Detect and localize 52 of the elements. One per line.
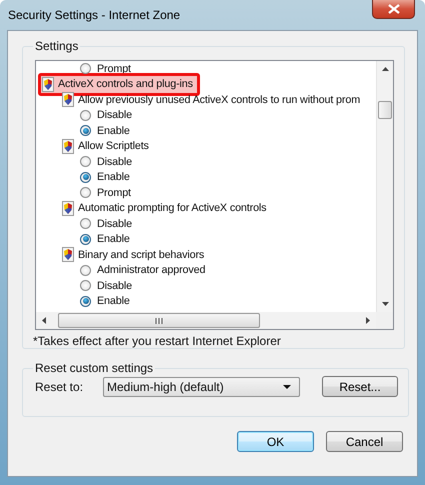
radio-button[interactable]: [80, 234, 91, 245]
close-button[interactable]: [372, 0, 415, 19]
level-dropdown[interactable]: Medium-high (default): [103, 376, 300, 396]
right-arrow-icon: [366, 317, 370, 324]
shield-icon: [62, 200, 74, 216]
setting-category: ActiveX controls and plug-ins: [58, 78, 193, 90]
dropdown-arrow-icon: [283, 384, 291, 388]
close-icon: [388, 4, 400, 14]
grip-icon: [155, 318, 163, 324]
radio-button[interactable]: [80, 172, 91, 183]
radio-button[interactable]: [80, 187, 91, 198]
shield-icon: [42, 76, 54, 92]
option-label: Disable: [97, 280, 132, 292]
radio-button[interactable]: [80, 280, 91, 292]
option-label: Disable: [97, 156, 132, 168]
reset-to-label: Reset to:: [35, 380, 84, 394]
left-arrow-icon: [42, 317, 46, 324]
setting-category: Allow Scriptlets: [78, 140, 149, 152]
restart-note: *Takes effect after you restart Internet Explorer: [33, 334, 282, 348]
shield-icon: [62, 138, 74, 154]
reset-button[interactable]: Reset...: [322, 376, 398, 397]
radio-button[interactable]: [80, 296, 91, 307]
option-label: Prompt: [97, 62, 131, 75]
group-label: Reset custom settings: [34, 361, 154, 375]
window-title: Security Settings - Internet Zone: [8, 8, 180, 22]
radio-button[interactable]: [80, 110, 91, 121]
radio-button[interactable]: [80, 264, 91, 276]
option-label: Enable: [97, 295, 130, 308]
option-label: Enable: [97, 124, 130, 137]
radio-button[interactable]: [80, 218, 91, 230]
radio-button[interactable]: [80, 125, 91, 136]
down-arrow-icon: [382, 302, 388, 306]
group-label: Settings: [34, 39, 80, 53]
setting-category: Automatic prompting for ActiveX controls: [78, 202, 266, 214]
radio-button[interactable]: [80, 156, 91, 168]
dialog-button[interactable]: OK: [237, 431, 314, 452]
shield-icon: [62, 92, 74, 108]
option-label: Disable: [97, 109, 132, 122]
up-arrow-icon: [382, 67, 388, 71]
setting-category: Allow previously unused ActiveX controls to run without prom: [78, 94, 360, 106]
option-label: Enable: [97, 171, 130, 184]
setting-category: Binary and script behaviors: [78, 248, 204, 261]
option-label: Administrator approved: [97, 264, 206, 276]
option-label: Enable: [97, 233, 130, 246]
scroll-thumb[interactable]: [58, 313, 260, 328]
option-label: Disable: [97, 218, 132, 230]
radio-button[interactable]: [80, 63, 91, 74]
scroll-thumb[interactable]: [378, 101, 392, 119]
vertical-scrollbar[interactable]: [376, 61, 393, 312]
dialog-button[interactable]: Cancel: [326, 431, 403, 452]
shield-icon: [62, 247, 74, 262]
option-label: Prompt: [97, 186, 131, 199]
